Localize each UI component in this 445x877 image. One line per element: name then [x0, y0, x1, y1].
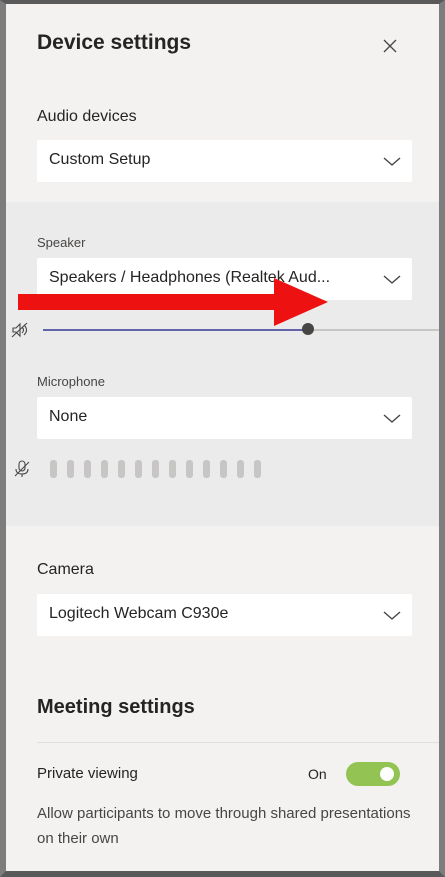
meter-bar [118, 460, 125, 478]
meeting-settings-title: Meeting settings [37, 696, 195, 718]
meter-bar [135, 460, 142, 478]
speaker-mute-icon[interactable] [10, 320, 30, 340]
audio-device-select[interactable]: Custom Setup [37, 140, 412, 182]
meter-bar [169, 460, 176, 478]
chevron-down-icon [383, 275, 401, 284]
microphone-value: None [49, 408, 88, 425]
meter-bar [101, 460, 108, 478]
speaker-volume-fill [43, 329, 309, 331]
panel-title: Device settings [37, 31, 192, 54]
meter-bar [50, 460, 57, 478]
private-viewing-description: Allow participants to move through share… [37, 805, 411, 847]
microphone-label: Microphone [37, 374, 105, 389]
close-icon [383, 39, 397, 53]
close-button[interactable] [378, 34, 402, 58]
microphone-level-meter [50, 460, 261, 478]
device-settings-panel: Device settings Audio devices Custom Set… [6, 4, 439, 871]
camera-value: Logitech Webcam C930e [49, 605, 229, 622]
meter-bar [254, 460, 261, 478]
microphone-mute-icon[interactable] [12, 459, 32, 479]
meter-bar [152, 460, 159, 478]
camera-select[interactable]: Logitech Webcam C930e [37, 594, 412, 636]
divider [37, 742, 439, 743]
private-viewing-label: Private viewing [37, 765, 138, 782]
meter-bar [220, 460, 227, 478]
meter-bar [84, 460, 91, 478]
speaker-volume-slider[interactable] [43, 323, 439, 335]
audio-devices-label: Audio devices [37, 108, 137, 125]
meter-bar [67, 460, 74, 478]
meter-bar [203, 460, 210, 478]
meter-bar [237, 460, 244, 478]
speaker-label: Speaker [37, 235, 86, 250]
microphone-select[interactable]: None [37, 397, 412, 439]
chevron-down-icon [383, 157, 401, 166]
meter-bar [186, 460, 193, 478]
toggle-knob [380, 767, 394, 781]
chevron-down-icon [383, 414, 401, 423]
private-viewing-toggle[interactable] [346, 762, 400, 786]
chevron-down-icon [383, 611, 401, 620]
speaker-select[interactable]: Speakers / Headphones (Realtek Aud... [37, 258, 412, 300]
speaker-value: Speakers / Headphones (Realtek Aud... [49, 269, 331, 286]
camera-label: Camera [37, 561, 94, 578]
private-viewing-state: On [308, 766, 327, 782]
audio-device-value: Custom Setup [49, 151, 151, 168]
